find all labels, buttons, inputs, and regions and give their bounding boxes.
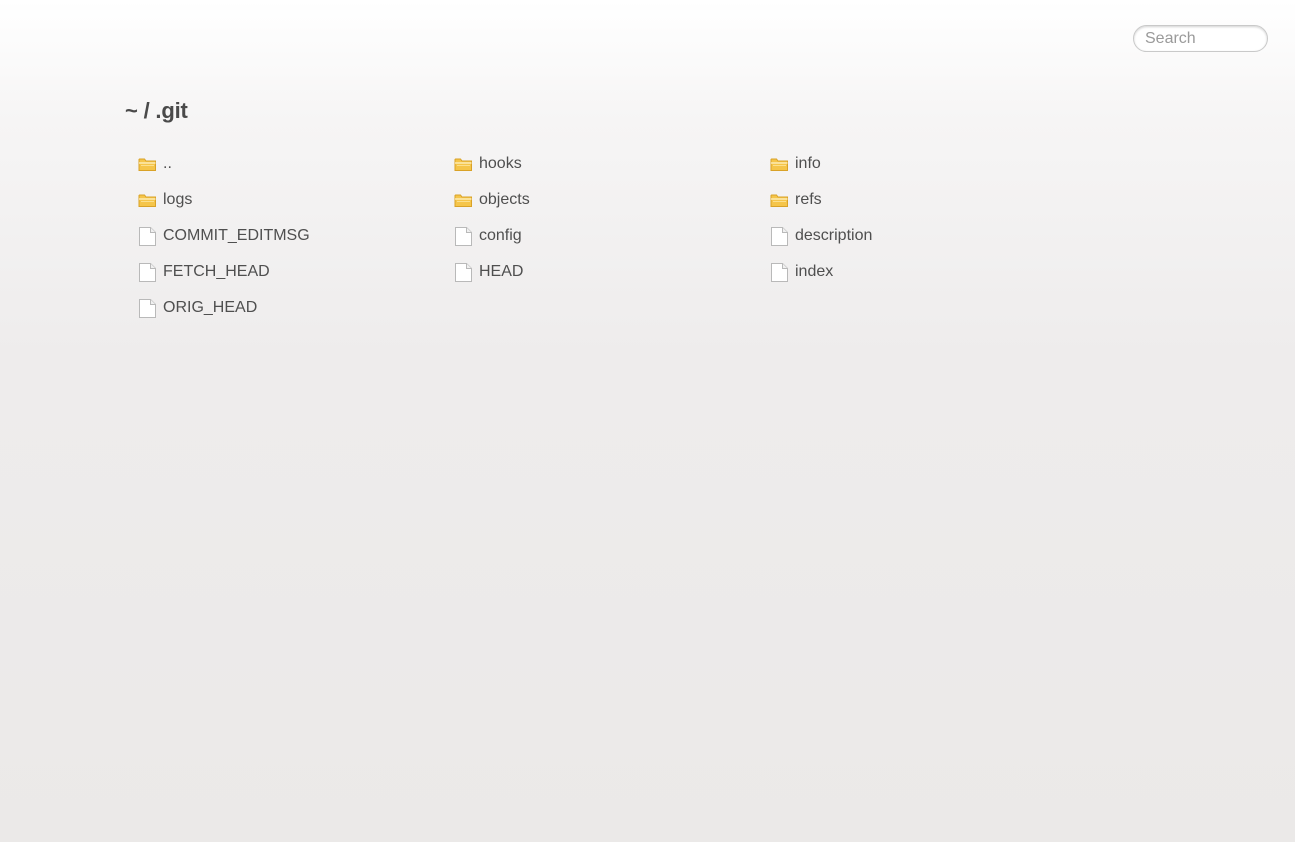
breadcrumb-root[interactable]: ~	[125, 98, 138, 123]
file-link[interactable]: HEAD	[454, 254, 770, 290]
entry-name: refs	[795, 191, 822, 208]
folder-link[interactable]: objects	[454, 182, 770, 218]
file-icon	[138, 226, 157, 246]
file-icon	[770, 226, 789, 246]
list-item: hooks	[454, 146, 770, 182]
list-item: refs	[770, 182, 1086, 218]
entry-name: FETCH_HEAD	[163, 263, 270, 280]
breadcrumb-separator: /	[143, 98, 150, 123]
list-item: COMMIT_EDITMSG	[138, 218, 454, 254]
folder-icon	[454, 156, 473, 176]
entry-name: ORIG_HEAD	[163, 299, 258, 316]
file-link[interactable]: ORIG_HEAD	[138, 290, 454, 326]
entry-name: logs	[163, 191, 193, 208]
list-item: objects	[454, 182, 770, 218]
file-icon	[454, 226, 473, 246]
folder-link[interactable]: ..	[138, 146, 454, 182]
list-item: config	[454, 218, 770, 254]
breadcrumb: ~ / .git	[125, 98, 188, 124]
file-icon	[770, 262, 789, 282]
list-item: index	[770, 254, 1086, 290]
file-icon	[138, 262, 157, 282]
entry-name: config	[479, 227, 522, 244]
folder-icon	[454, 192, 473, 212]
list-item: ORIG_HEAD	[138, 290, 454, 326]
file-link[interactable]: config	[454, 218, 770, 254]
entry-name: info	[795, 155, 821, 172]
entry-name: COMMIT_EDITMSG	[163, 227, 310, 244]
file-listing: .. hooks info logs objects refs COMMIT_EDITMSG…	[138, 146, 1086, 326]
folder-icon	[770, 156, 789, 176]
breadcrumb-current: .git	[155, 98, 188, 123]
file-link[interactable]: FETCH_HEAD	[138, 254, 454, 290]
folder-link[interactable]: info	[770, 146, 1086, 182]
list-item: logs	[138, 182, 454, 218]
list-item: HEAD	[454, 254, 770, 290]
entry-name: hooks	[479, 155, 522, 172]
file-link[interactable]: COMMIT_EDITMSG	[138, 218, 454, 254]
file-link[interactable]: index	[770, 254, 1086, 290]
list-item: info	[770, 146, 1086, 182]
folder-icon	[138, 156, 157, 176]
entry-name: objects	[479, 191, 530, 208]
folder-link[interactable]: refs	[770, 182, 1086, 218]
folder-icon	[138, 192, 157, 212]
folder-link[interactable]: hooks	[454, 146, 770, 182]
entry-name: HEAD	[479, 263, 524, 280]
list-item: ..	[138, 146, 454, 182]
list-item: FETCH_HEAD	[138, 254, 454, 290]
entry-name: description	[795, 227, 873, 244]
file-link[interactable]: description	[770, 218, 1086, 254]
entry-name: index	[795, 263, 834, 280]
folder-link[interactable]: logs	[138, 182, 454, 218]
entry-name: ..	[163, 155, 172, 172]
list-item: description	[770, 218, 1086, 254]
file-icon	[138, 298, 157, 318]
folder-icon	[770, 192, 789, 212]
search-input[interactable]	[1133, 25, 1268, 52]
file-icon	[454, 262, 473, 282]
